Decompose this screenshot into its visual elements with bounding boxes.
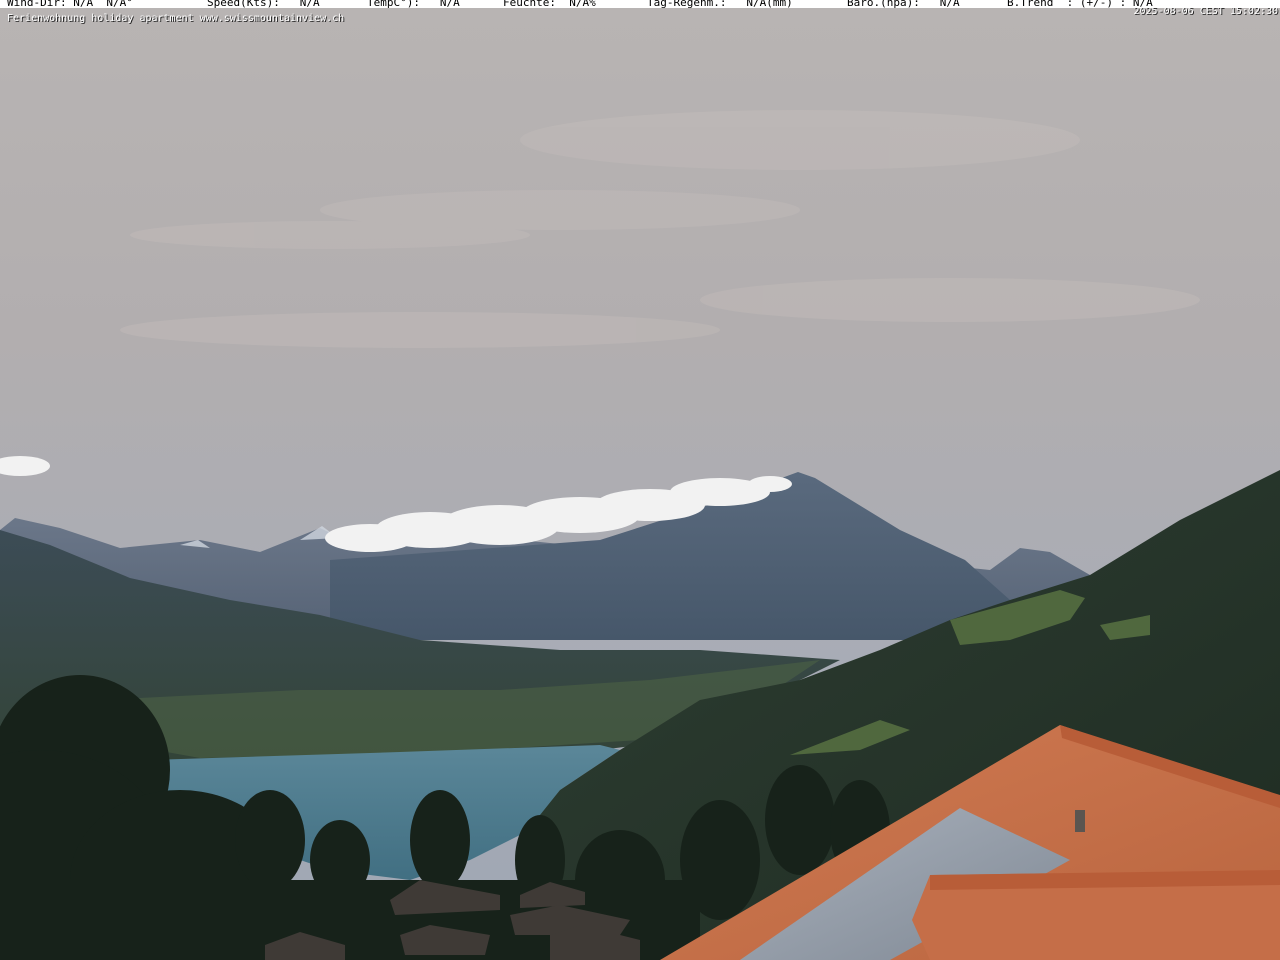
wind-direction-reading: Wind-Dir: N/A N/A° xyxy=(7,0,133,8)
barometer-reading: Baro.(hpa): N/A xyxy=(847,0,960,8)
capture-timestamp: 2025-08-06 CEST 15:02:30 xyxy=(1133,6,1279,17)
webcam-caption: Ferienwohnung holiday apartment www.swis… xyxy=(7,13,345,24)
pressure-trend-reading: B.Trend : (+/-) : N/A xyxy=(1007,0,1153,8)
wind-speed-reading: Speed(Kts): N/A xyxy=(207,0,320,8)
humidity-reading: Feuchte: N/A% xyxy=(503,0,596,8)
weather-status-bar: Wind-Dir: N/A N/A° Speed(Kts): N/A TempC… xyxy=(0,0,1280,8)
webcam-landscape-image xyxy=(0,0,1280,960)
temperature-reading: TempC°): N/A xyxy=(367,0,460,8)
rainfall-reading: Tag-Regenm.: N/A(mm) xyxy=(647,0,793,8)
chimney xyxy=(1075,810,1085,832)
